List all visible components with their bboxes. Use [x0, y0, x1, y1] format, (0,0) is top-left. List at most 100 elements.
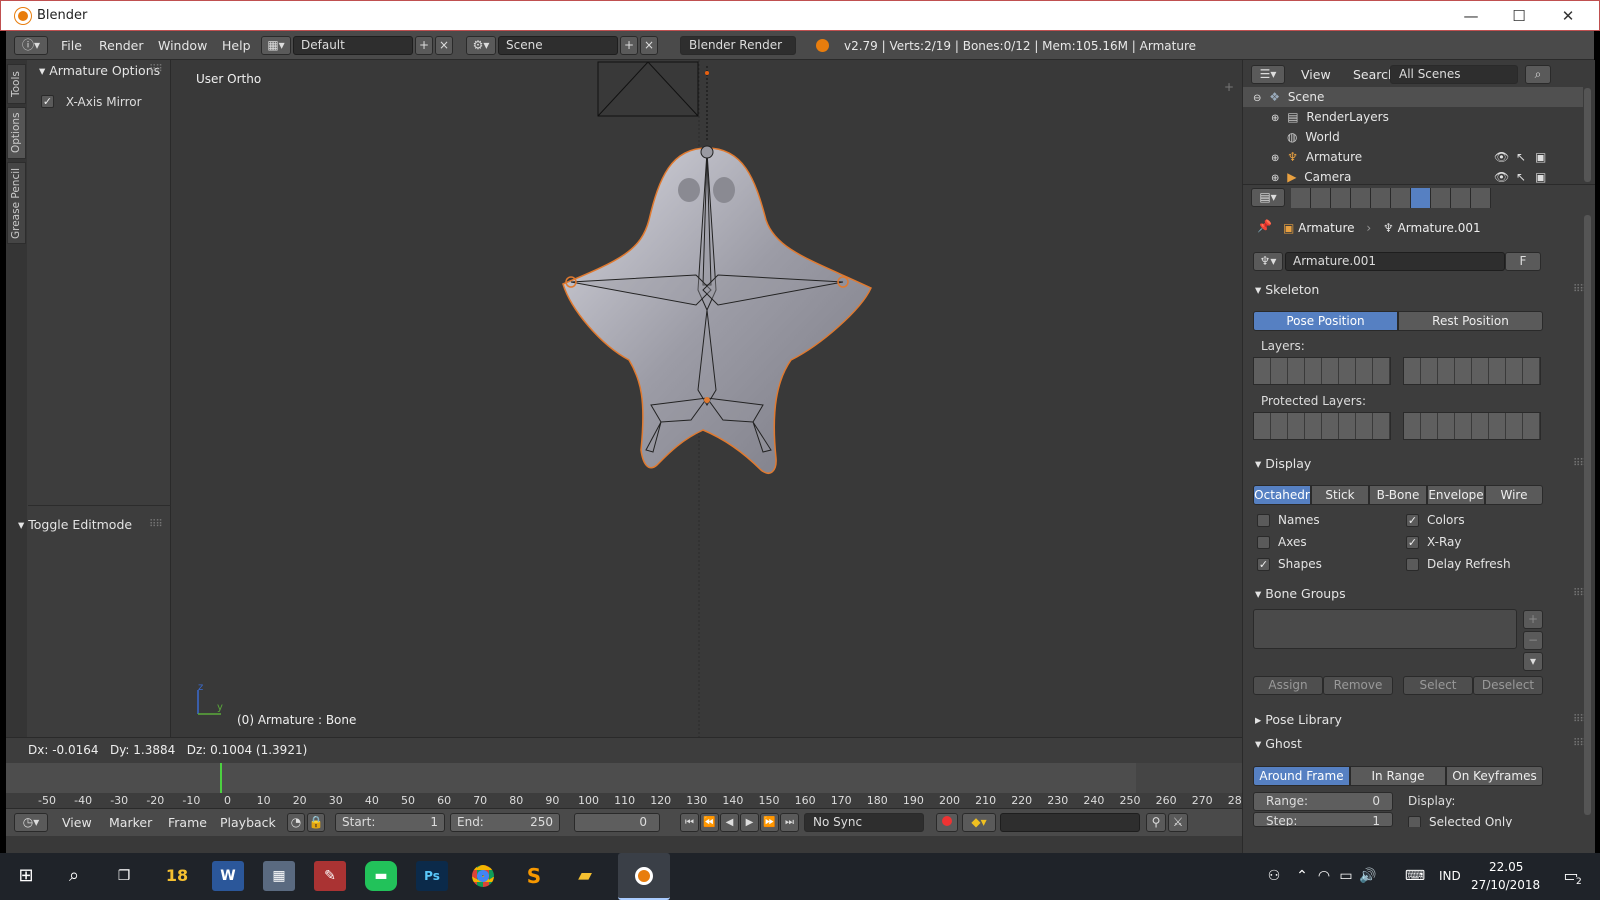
outliner-filter-select[interactable]: All Scenes [1390, 65, 1518, 84]
toggle-editmode-header[interactable]: ▾ Toggle Editmode [18, 517, 132, 532]
blender-taskbar-icon[interactable] [618, 853, 670, 900]
selected-only-checkbox[interactable]: Selected Only [1408, 815, 1512, 827]
properties-editor-type-button[interactable]: ▤▾ [1251, 188, 1285, 207]
tab-armature-data[interactable] [1411, 188, 1430, 208]
word-icon[interactable]: W [212, 861, 244, 891]
search-icon[interactable]: ⌕ [1525, 65, 1551, 84]
next-keyframe-button[interactable]: ⏩ [760, 813, 779, 832]
mode-wire[interactable]: Wire [1485, 485, 1543, 505]
play-reverse-button[interactable]: ◀ [720, 813, 739, 832]
assign-button[interactable]: Assign [1253, 676, 1323, 695]
red-app-icon[interactable]: ✎ [314, 861, 346, 891]
keyboard-icon[interactable]: ⌨ [1400, 861, 1430, 891]
protected-layers-grid-right[interactable] [1403, 412, 1541, 440]
pose-library-header[interactable]: ▸ Pose Library [1255, 712, 1342, 727]
rest-position-button[interactable]: Rest Position [1398, 311, 1543, 331]
timeline-menu-marker[interactable]: Marker [109, 815, 152, 830]
info-editor-type-button[interactable]: ⓘ▾ [14, 36, 48, 55]
search-icon[interactable]: ⌕ [58, 861, 90, 891]
bone-groups-list[interactable] [1253, 609, 1517, 649]
battery-icon[interactable]: ▭ [1336, 861, 1356, 891]
input-language[interactable]: IND [1439, 869, 1461, 883]
protected-layers-grid-left[interactable] [1253, 412, 1391, 440]
visibility-eye-icon[interactable]: 👁 [1494, 147, 1509, 167]
mode-envelope[interactable]: Envelope [1427, 485, 1485, 505]
prev-keyframe-button[interactable]: ⏪ [700, 813, 719, 832]
timeline-menu-view[interactable]: View [62, 815, 92, 830]
outliner-editor-type-button[interactable]: ☰▾ [1251, 65, 1285, 84]
menu-file[interactable]: File [61, 38, 82, 53]
xray-checkbox[interactable]: ✓ X-Ray [1406, 535, 1461, 549]
insert-keyframe-icon[interactable]: ⚲ [1146, 813, 1166, 832]
deselect-button[interactable]: Deselect [1473, 676, 1543, 695]
file-explorer-icon[interactable]: ▰ [569, 861, 601, 891]
outliner-menu-view[interactable]: View [1301, 67, 1331, 82]
people-icon[interactable]: ⚇ [1258, 861, 1290, 891]
maximize-button[interactable]: ☐ [1497, 5, 1541, 27]
minimize-button[interactable]: — [1449, 5, 1493, 27]
outliner-row-renderlayers[interactable]: ⊕ ▤ RenderLayers [1243, 107, 1583, 127]
bone-group-specials-button[interactable]: ▾ [1523, 652, 1543, 671]
lock-icon[interactable]: 🔒 [307, 813, 325, 832]
mode-stick[interactable]: Stick [1311, 485, 1369, 505]
3d-viewport[interactable]: User Ortho + z y (0) Armature: Bone [171, 60, 1242, 766]
add-bone-group-button[interactable]: + [1523, 610, 1543, 629]
sync-select[interactable]: No Sync [804, 813, 924, 832]
remove-button[interactable]: Remove [1323, 676, 1393, 695]
tab-grease-pencil[interactable]: Grease Pencil [7, 162, 26, 244]
start-frame-field[interactable]: Start: 1 [335, 813, 445, 832]
layers-grid-right[interactable] [1403, 357, 1541, 385]
pin-icon[interactable]: 📌 [1257, 219, 1272, 233]
tab-options[interactable]: Options [7, 107, 26, 159]
sublime-icon[interactable]: S [518, 861, 550, 891]
mode-octahedral[interactable]: Octahedr [1253, 485, 1311, 505]
select-arrow-icon[interactable]: ↖ [1516, 147, 1526, 167]
menu-help[interactable]: Help [222, 38, 251, 53]
layers-grid-left[interactable] [1253, 357, 1391, 385]
armature-data-icon-button[interactable]: ♆▾ [1253, 252, 1283, 271]
play-button[interactable]: ▶ [740, 813, 759, 832]
timeline-menu-frame[interactable]: Frame [168, 815, 207, 830]
remove-scene-button[interactable]: × [640, 36, 658, 55]
record-button[interactable] [936, 813, 958, 832]
scene-field[interactable]: Scene [498, 36, 618, 55]
shapes-checkbox[interactable]: ✓ Shapes [1257, 557, 1322, 571]
outliner-scrollbar[interactable] [1584, 88, 1591, 182]
line-icon[interactable]: ▬ [365, 861, 397, 891]
clock-time[interactable]: 22.05 [1489, 860, 1523, 874]
render-engine-select[interactable]: Blender Render [680, 36, 796, 55]
add-scene-button[interactable]: + [620, 36, 638, 55]
select-button[interactable]: Select [1403, 676, 1473, 695]
timeline-menu-playback[interactable]: Playback [220, 815, 276, 830]
timeline-editor-type-button[interactable]: ◷▾ [14, 813, 48, 832]
pose-position-button[interactable]: Pose Position [1253, 311, 1398, 331]
mode-bbone[interactable]: B-Bone [1369, 485, 1427, 505]
ghost-around-frame[interactable]: Around Frame [1253, 766, 1350, 786]
outliner-row-armature[interactable]: ⊕ ♆ Armature 👁 ↖ ▣ [1243, 147, 1583, 167]
ghost-step-field[interactable]: Step: 1 [1253, 812, 1393, 827]
names-checkbox[interactable]: Names [1257, 513, 1320, 527]
datablock-name-field[interactable]: Armature.001 [1285, 252, 1505, 271]
close-button[interactable]: ✕ [1546, 5, 1590, 27]
tab-tools[interactable]: Tools [7, 64, 26, 104]
keying-set-field[interactable] [1000, 813, 1140, 832]
panel-grip-icon[interactable]: ⠿⠿ [149, 64, 163, 75]
jump-end-button[interactable]: ⏭ [780, 813, 799, 832]
delay-refresh-checkbox[interactable]: Delay Refresh [1406, 557, 1511, 571]
remove-layout-button[interactable]: × [435, 36, 453, 55]
fake-user-button[interactable]: F [1505, 252, 1541, 271]
outliner-row-scene[interactable]: ⊖ ❖ Scene [1243, 87, 1583, 107]
photoshop-icon[interactable]: Ps [416, 861, 448, 891]
ghost-in-range[interactable]: In Range [1350, 766, 1446, 786]
axes-checkbox[interactable]: Axes [1257, 535, 1307, 549]
colors-checkbox[interactable]: ✓ Colors [1406, 513, 1465, 527]
add-layout-button[interactable]: + [415, 36, 433, 55]
display-header[interactable]: ▾ Display [1255, 456, 1311, 471]
menu-render[interactable]: Render [99, 38, 144, 53]
ghost-on-keyframes[interactable]: On Keyframes [1446, 766, 1543, 786]
scene-icon[interactable]: ⚙▾ [466, 36, 496, 55]
layout-icon[interactable]: ▦▾ [261, 36, 291, 55]
layout-field[interactable]: Default [293, 36, 413, 55]
armature-options-header[interactable]: ▾ Armature Options [39, 63, 160, 78]
task-view-icon[interactable]: ❐ [108, 861, 140, 891]
